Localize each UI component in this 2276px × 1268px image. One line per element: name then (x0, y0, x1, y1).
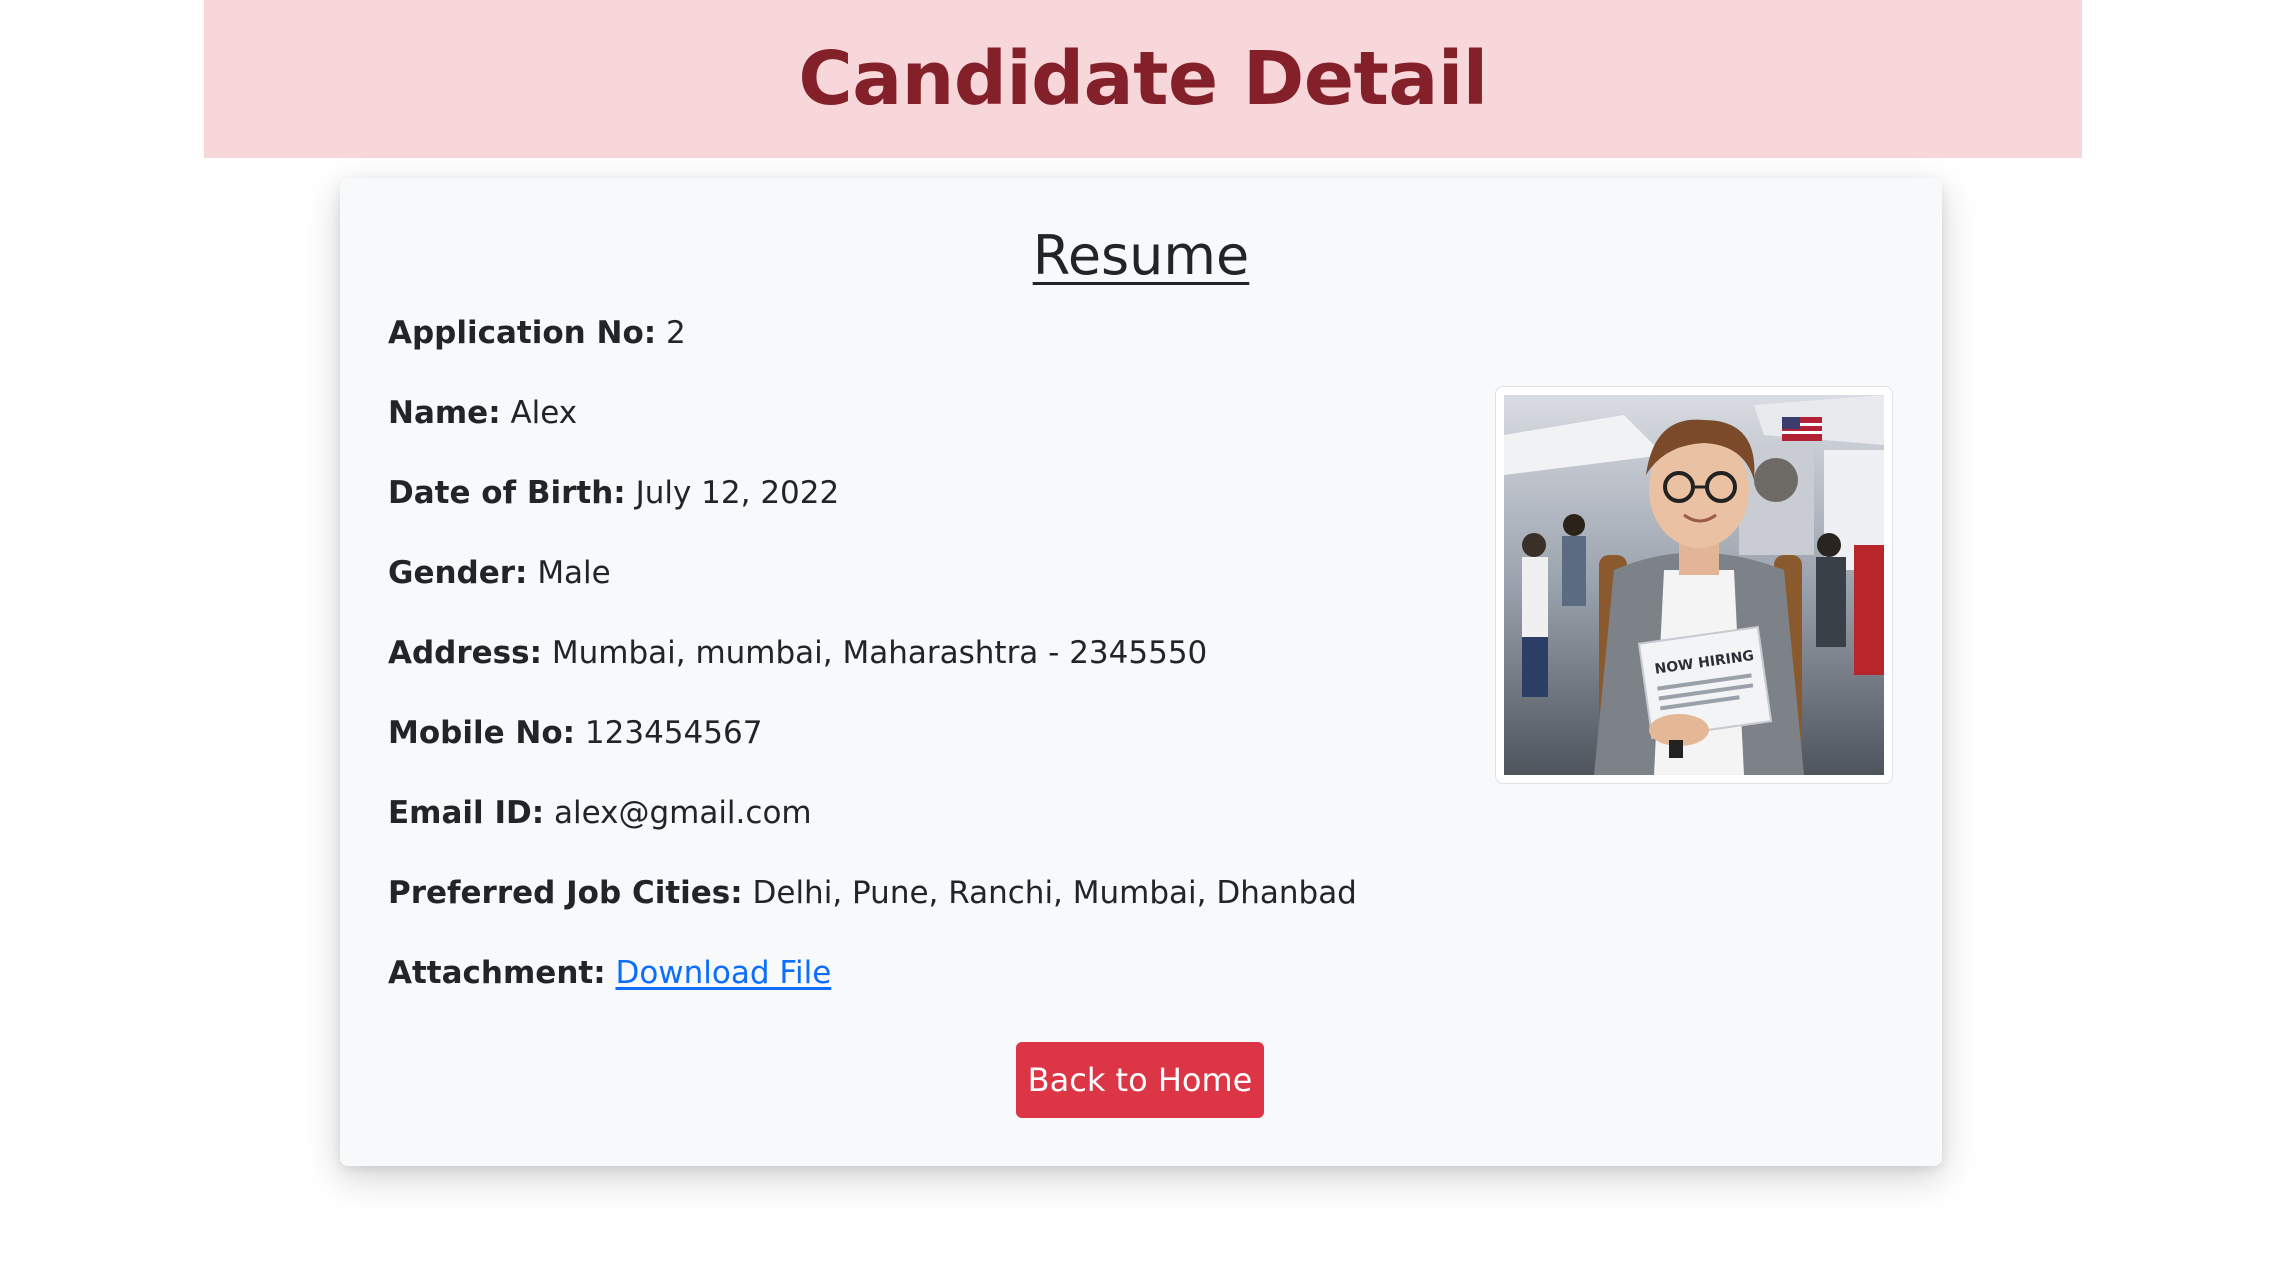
field-value: Alex (510, 395, 578, 431)
field-gender: Gender: Male (388, 548, 1488, 628)
resume-fields: Application No: 2 Name: Alex Date of Bir… (388, 308, 1488, 1028)
field-date-of-birth: Date of Birth: July 12, 2022 (388, 468, 1488, 548)
field-value: July 12, 2022 (635, 475, 840, 511)
back-to-home-button[interactable]: Back to Home (1016, 1042, 1264, 1118)
field-value: alex@gmail.com (553, 795, 812, 831)
field-address: Address: Mumbai, mumbai, Maharashtra - 2… (388, 628, 1488, 708)
field-label: Address: (388, 635, 542, 671)
field-attachment: Attachment: Download File (388, 948, 1488, 1028)
field-email-id: Email ID: alex@gmail.com (388, 788, 1488, 868)
field-label: Gender: (388, 555, 528, 591)
resume-card: Resume Application No: 2 Name: Alex Date… (340, 178, 1942, 1166)
field-application-no: Application No: 2 (388, 308, 1488, 388)
field-value: Mumbai, mumbai, Maharashtra - 2345550 (551, 635, 1208, 671)
field-label: Date of Birth: (388, 475, 626, 511)
field-label: Preferred Job Cities: (388, 875, 743, 911)
field-value: Male (537, 555, 611, 591)
page-title: Candidate Detail (798, 36, 1488, 122)
field-label: Mobile No: (388, 715, 576, 751)
field-value: Delhi, Pune, Ranchi, Mumbai, Dhanbad (752, 875, 1357, 911)
field-preferred-job-cities: Preferred Job Cities: Delhi, Pune, Ranch… (388, 868, 1488, 948)
resume-heading: Resume (1032, 224, 1250, 287)
candidate-photo-image: NOW HIRING (1504, 395, 1884, 775)
candidate-photo-illustration: NOW HIRING (1504, 395, 1884, 775)
field-label: Email ID: (388, 795, 545, 831)
field-name: Name: Alex (388, 388, 1488, 468)
field-label: Attachment: (388, 955, 606, 991)
field-value: 123454567 (584, 715, 763, 751)
field-label: Name: (388, 395, 501, 431)
page-header: Candidate Detail (204, 0, 2082, 158)
candidate-photo: NOW HIRING (1495, 386, 1893, 784)
field-label: Application No: (388, 315, 657, 351)
download-file-link[interactable]: Download File (615, 955, 831, 991)
field-value: 2 (666, 315, 686, 351)
field-mobile-no: Mobile No: 123454567 (388, 708, 1488, 788)
